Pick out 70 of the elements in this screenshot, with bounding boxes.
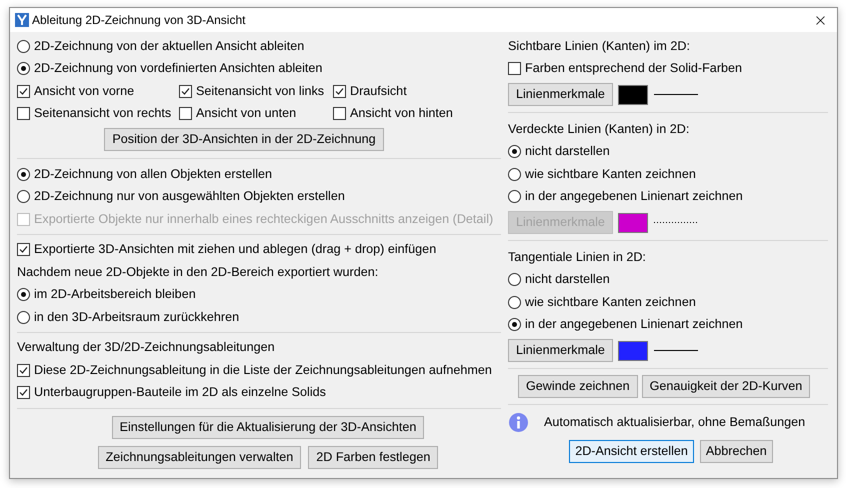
- checkbox[interactable]: [333, 107, 346, 120]
- checkbox-label: Ansicht von hinten: [350, 105, 453, 122]
- section-title: Verdeckte Linien (Kanten) in 2D:: [508, 120, 690, 138]
- radio-label: 2D-Zeichnung von der aktuellen Ansicht ableiten: [34, 38, 304, 55]
- window-title: Ableitung 2D-Zeichnung von 3D-Ansicht: [32, 12, 246, 29]
- section-title: Sichtbare Linien (Kanten) im 2D:: [508, 38, 690, 55]
- radio-label: wie sichtbare Kanten zeichnen: [525, 294, 696, 311]
- radio-label: in den 3D-Arbeitsraum zurückkehren: [34, 308, 240, 326]
- checkbox[interactable]: [17, 84, 30, 98]
- dialog-button[interactable]: 2D-Ansicht erstellen: [569, 440, 694, 463]
- app-logo-icon: [15, 13, 29, 27]
- tool-button[interactable]: Genauigkeit der 2D-Kurven: [642, 375, 810, 398]
- radio-label: 2D-Zeichnung von allen Objekten erstellen: [34, 166, 272, 183]
- checkbox[interactable]: [179, 84, 192, 98]
- checkbox-label: Unterbaugruppen-Bauteile im 2D als einzelne Solids: [34, 384, 326, 402]
- radio-label: 2D-Zeichnung von vordefinierten Ansichten ableiten: [34, 60, 322, 78]
- checkbox-label: Ansicht von vorne: [34, 82, 134, 100]
- radio-label: 2D-Zeichnung nur von ausgewählten Objekten erstellen: [34, 188, 345, 206]
- line-style-sample: [654, 349, 698, 352]
- update-settings-button[interactable]: Einstellungen für die Aktualisierung der 3D-Ansichten: [112, 416, 424, 439]
- checkbox-label: Ansicht von unten: [196, 105, 296, 122]
- radio-button[interactable]: [17, 168, 30, 181]
- radio-button[interactable]: [508, 190, 521, 204]
- color-swatch[interactable]: [618, 84, 648, 104]
- checkbox-label: Draufsicht: [350, 82, 407, 100]
- checkbox-label: Exportierte 3D-Ansichten mit ziehen und ablegen (drag + drop) einfügen: [34, 241, 436, 258]
- color-swatch[interactable]: [618, 340, 648, 360]
- radio-button[interactable]: [17, 310, 30, 324]
- radio-label: in der angegebenen Linienart zeichnen: [525, 188, 743, 206]
- line-style-sample: [654, 93, 698, 96]
- line-properties-button[interactable]: Linienmerkmale: [508, 83, 613, 106]
- checkbox[interactable]: [17, 243, 30, 256]
- checkbox-label: Exportierte Objekte nur innerhalb eines rechteckigen Ausschnitts anzeigen (Detail): [34, 210, 494, 228]
- line-properties-button[interactable]: Linienmerkmale: [508, 339, 613, 362]
- dialog-button[interactable]: Abbrechen: [700, 440, 773, 463]
- checkbox[interactable]: [17, 107, 30, 120]
- info-icon: [509, 413, 528, 432]
- section-label: Nachdem neue 2D-Objekte in den 2D-Bereich exportiert wurden:: [17, 264, 378, 281]
- tool-button[interactable]: Gewinde zeichnen: [518, 375, 638, 398]
- checkbox-label: Seitenansicht von rechts: [34, 105, 172, 122]
- radio-button[interactable]: [508, 296, 521, 309]
- info-text: Automatisch aktualisierbar, ohne Bemaßungen: [544, 414, 806, 432]
- line-style-sample: [654, 221, 698, 224]
- dialog-button[interactable]: Zeichnungsableitungen verwalten: [98, 446, 302, 469]
- radio-button[interactable]: [508, 168, 521, 181]
- radio-button[interactable]: [17, 288, 30, 302]
- checkbox[interactable]: [17, 364, 30, 377]
- radio-label: im 2D-Arbeitsbereich bleiben: [34, 286, 196, 304]
- checkbox-label: Diese 2D-Zeichnungsableitung in die Liste der Zeichnungsableitungen aufnehmen: [34, 362, 492, 379]
- radio-button[interactable]: [17, 190, 30, 204]
- radio-label: wie sichtbare Kanten zeichnen: [525, 166, 696, 183]
- checkbox-label: Seitenansicht von links: [196, 82, 324, 100]
- radio-button[interactable]: [508, 145, 521, 158]
- checkbox[interactable]: [508, 62, 521, 76]
- checkbox-label: Farben entsprechend der Solid-Farben: [525, 60, 742, 78]
- radio-label: nicht darstellen: [525, 143, 610, 160]
- radio-button[interactable]: [508, 273, 521, 286]
- dialog-button[interactable]: 2D Farben festlegen: [308, 446, 438, 469]
- section-label: Verwaltung der 3D/2D-Zeichnungsableitungen: [17, 339, 275, 356]
- checkbox[interactable]: [179, 107, 192, 120]
- radio-button[interactable]: [508, 318, 521, 332]
- radio-button[interactable]: [17, 40, 30, 53]
- position-button[interactable]: Position der 3D-Ansichten in der 2D-Zeichnung: [104, 128, 384, 151]
- checkbox[interactable]: [333, 84, 346, 98]
- checkbox[interactable]: [17, 386, 30, 400]
- color-swatch[interactable]: [618, 212, 648, 232]
- radio-label: nicht darstellen: [525, 271, 610, 288]
- section-title: Tangentiale Linien in 2D:: [508, 248, 646, 266]
- radio-label: in der angegebenen Linienart zeichnen: [525, 316, 743, 334]
- radio-button[interactable]: [17, 62, 30, 76]
